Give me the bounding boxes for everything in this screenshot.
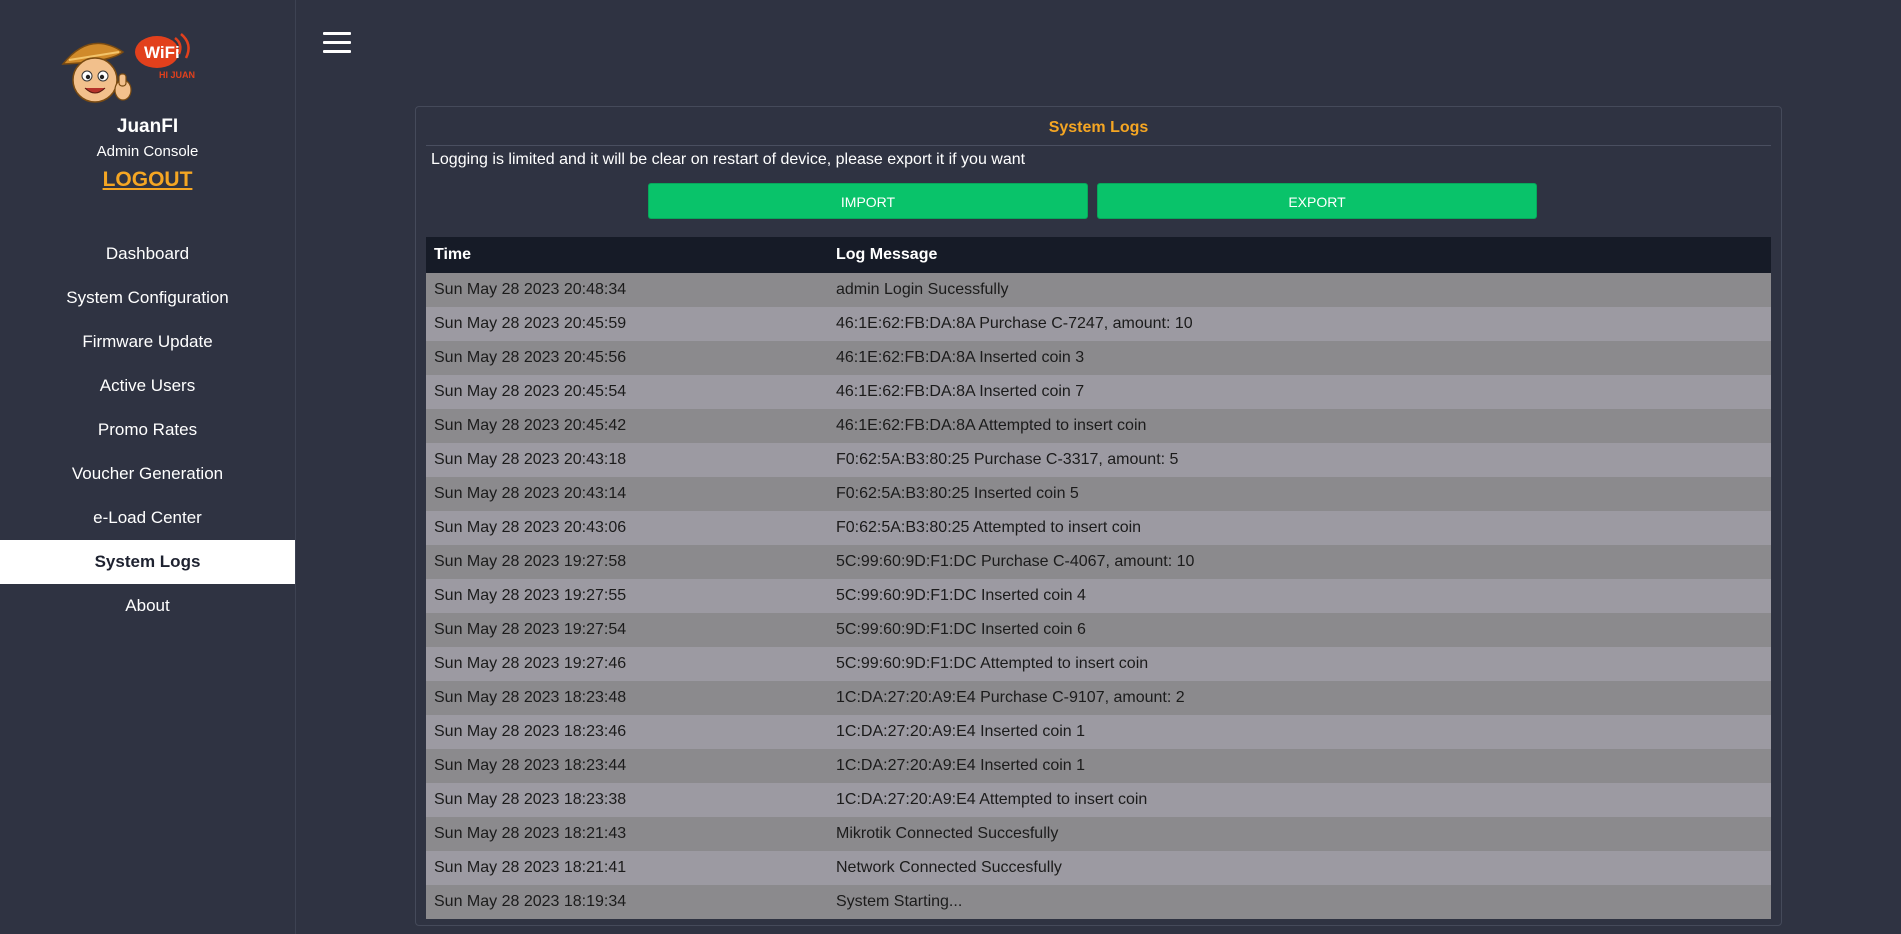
log-time: Sun May 28 2023 20:45:54 (426, 375, 828, 409)
table-row: Sun May 28 2023 18:23:44 1C:DA:27:20:A9:E… (426, 749, 1771, 783)
sidebar-nav: Dashboard System Configuration Firmware … (0, 232, 295, 628)
logout-link[interactable]: LOGOUT (0, 168, 295, 192)
sidebar-item-about[interactable]: About (0, 584, 295, 628)
sidebar-item-dashboard[interactable]: Dashboard (0, 232, 295, 276)
column-header-time: Time (426, 237, 828, 273)
sidebar-item-system-configuration[interactable]: System Configuration (0, 276, 295, 320)
log-time: Sun May 28 2023 18:23:44 (426, 749, 828, 783)
export-button[interactable]: EXPORT (1097, 183, 1537, 219)
log-message: 46:1E:62:FB:DA:8A Inserted coin 3 (828, 341, 1771, 375)
log-message: 5C:99:60:9D:F1:DC Inserted coin 6 (828, 613, 1771, 647)
log-message: 46:1E:62:FB:DA:8A Inserted coin 7 (828, 375, 1771, 409)
log-message: Mikrotik Connected Succesfully (828, 817, 1771, 851)
table-row: Sun May 28 2023 20:45:59 46:1E:62:FB:DA:8… (426, 307, 1771, 341)
log-time: Sun May 28 2023 18:19:34 (426, 885, 828, 919)
sidebar-item-voucher-generation[interactable]: Voucher Generation (0, 452, 295, 496)
log-message: Network Connected Succesfully (828, 851, 1771, 885)
logs-table-wrapper: Time Log Message Sun May 28 2023 20:48:3… (426, 237, 1771, 919)
table-row: Sun May 28 2023 20:45:42 46:1E:62:FB:DA:8… (426, 409, 1771, 443)
table-row: Sun May 28 2023 19:27:58 5C:99:60:9D:F1:D… (426, 545, 1771, 579)
table-row: Sun May 28 2023 19:27:54 5C:99:60:9D:F1:D… (426, 613, 1771, 647)
log-message: 1C:DA:27:20:A9:E4 Inserted coin 1 (828, 749, 1771, 783)
log-time: Sun May 28 2023 20:48:34 (426, 273, 828, 307)
logs-table: Time Log Message Sun May 28 2023 20:48:3… (426, 237, 1771, 919)
table-row: Sun May 28 2023 20:43:14 F0:62:5A:B3:80:2… (426, 477, 1771, 511)
sidebar-item-firmware-update[interactable]: Firmware Update (0, 320, 295, 364)
log-message: 1C:DA:27:20:A9:E4 Purchase C-9107, amoun… (828, 681, 1771, 715)
log-time: Sun May 28 2023 19:27:55 (426, 579, 828, 613)
system-logs-panel: System Logs Logging is limited and it wi… (415, 106, 1782, 926)
table-header-row: Time Log Message (426, 237, 1771, 273)
log-message: 5C:99:60:9D:F1:DC Attempted to insert co… (828, 647, 1771, 681)
logo-tagline: HI JUAN (159, 70, 195, 80)
brand-name: JuanFI (116, 116, 179, 137)
column-header-log-message: Log Message (828, 237, 1771, 273)
log-time: Sun May 28 2023 19:27:46 (426, 647, 828, 681)
log-time: Sun May 28 2023 19:27:54 (426, 613, 828, 647)
log-time: Sun May 28 2023 20:45:56 (426, 341, 828, 375)
table-row: Sun May 28 2023 18:23:46 1C:DA:27:20:A9:E… (426, 715, 1771, 749)
log-message: 5C:99:60:9D:F1:DC Inserted coin 4 (828, 579, 1771, 613)
table-row: Sun May 28 2023 18:19:34 System Starting.… (426, 885, 1771, 919)
log-time: Sun May 28 2023 18:23:46 (426, 715, 828, 749)
import-button[interactable]: IMPORT (648, 183, 1088, 219)
table-row: Sun May 28 2023 18:21:41 Network Connecte… (426, 851, 1771, 885)
table-row: Sun May 28 2023 20:43:18 F0:62:5A:B3:80:2… (426, 443, 1771, 477)
log-time: Sun May 28 2023 18:21:43 (426, 817, 828, 851)
log-time: Sun May 28 2023 18:23:48 (426, 681, 828, 715)
log-time: Sun May 28 2023 20:45:59 (426, 307, 828, 341)
log-message: 46:1E:62:FB:DA:8A Attempted to insert co… (828, 409, 1771, 443)
log-time: Sun May 28 2023 18:23:38 (426, 783, 828, 817)
log-message: admin Login Sucessfully (828, 273, 1771, 307)
sidebar-item-promo-rates[interactable]: Promo Rates (0, 408, 295, 452)
table-row: Sun May 28 2023 20:43:06 F0:62:5A:B3:80:2… (426, 511, 1771, 545)
logging-notice: Logging is limited and it will be clear … (431, 151, 1026, 168)
sidebar-item-system-logs[interactable]: System Logs (0, 540, 295, 584)
log-message: System Starting... (828, 885, 1771, 919)
log-message: F0:62:5A:B3:80:25 Inserted coin 5 (828, 477, 1771, 511)
table-row: Sun May 28 2023 18:23:38 1C:DA:27:20:A9:E… (426, 783, 1771, 817)
logo-wordmark: WiFi (144, 43, 180, 62)
table-row: Sun May 28 2023 20:48:34 admin Login Suce… (426, 273, 1771, 307)
sidebar-item-active-users[interactable]: Active Users (0, 364, 295, 408)
log-time: Sun May 28 2023 20:43:06 (426, 511, 828, 545)
log-message: F0:62:5A:B3:80:25 Purchase C-3317, amoun… (828, 443, 1771, 477)
log-time: Sun May 28 2023 19:27:58 (426, 545, 828, 579)
juanfi-logo: WiFi HI JUAN (61, 33, 195, 103)
panel-title: System Logs (426, 119, 1771, 146)
table-row: Sun May 28 2023 19:27:55 5C:99:60:9D:F1:D… (426, 579, 1771, 613)
hamburger-menu-icon[interactable] (323, 32, 351, 60)
table-row: Sun May 28 2023 20:45:56 46:1E:62:FB:DA:8… (426, 341, 1771, 375)
brand-subtitle: Admin Console (96, 143, 199, 160)
log-message: 5C:99:60:9D:F1:DC Purchase C-4067, amoun… (828, 545, 1771, 579)
table-row: Sun May 28 2023 18:23:48 1C:DA:27:20:A9:E… (426, 681, 1771, 715)
table-row: Sun May 28 2023 19:27:46 5C:99:60:9D:F1:D… (426, 647, 1771, 681)
log-time: Sun May 28 2023 20:45:42 (426, 409, 828, 443)
log-time: Sun May 28 2023 20:43:14 (426, 477, 828, 511)
sidebar: WiFi HI JUAN JuanFI Admin Console LOGOUT… (0, 0, 296, 934)
log-message: 1C:DA:27:20:A9:E4 Inserted coin 1 (828, 715, 1771, 749)
log-message: F0:62:5A:B3:80:25 Attempted to insert co… (828, 511, 1771, 545)
table-row: Sun May 28 2023 20:45:54 46:1E:62:FB:DA:8… (426, 375, 1771, 409)
log-time: Sun May 28 2023 18:21:41 (426, 851, 828, 885)
sidebar-item-eload-center[interactable]: e-Load Center (0, 496, 295, 540)
log-time: Sun May 28 2023 20:43:18 (426, 443, 828, 477)
log-message: 46:1E:62:FB:DA:8A Purchase C-7247, amoun… (828, 307, 1771, 341)
table-row: Sun May 28 2023 18:21:43 Mikrotik Connect… (426, 817, 1771, 851)
log-message: 1C:DA:27:20:A9:E4 Attempted to insert co… (828, 783, 1771, 817)
